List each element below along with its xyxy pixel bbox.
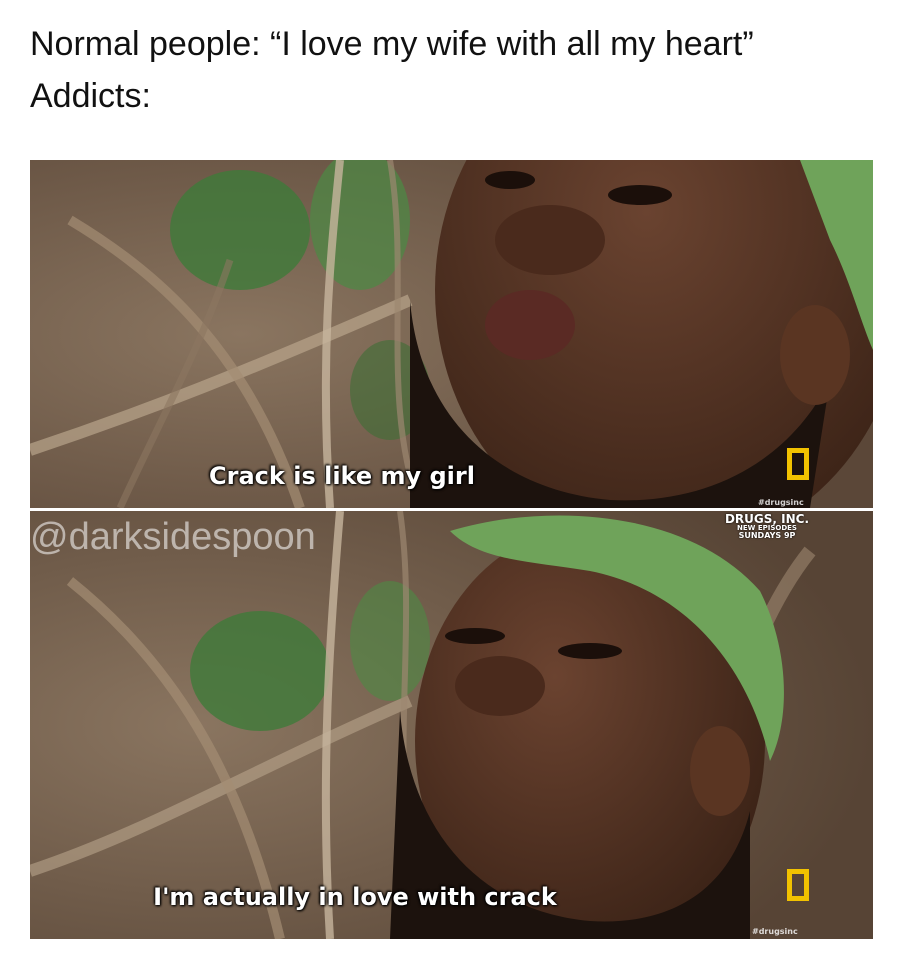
video-frame-bottom: DRUGS, INC. NEW EPISODES SUNDAYS 9P I'm … [30,511,873,939]
video-frame-top: Crack is like my girl #drugsinc [30,160,873,508]
creator-watermark: @darksidespoon [30,516,316,558]
caption-line-1: Normal people: “I love my wife with all … [30,25,754,63]
frame-top-image [30,160,873,508]
national-geographic-logo-icon [787,448,809,480]
national-geographic-logo-icon [787,869,809,901]
caption-line-2: Addicts: [30,77,151,115]
promo-line-3: SUNDAYS 9P [738,531,796,540]
frame-bottom-image [30,511,873,939]
subtitle-top: Crack is like my girl [209,462,475,490]
subtitle-bottom: I'm actually in love with crack [153,883,557,911]
meme-caption: Normal people: “I love my wife with all … [30,18,880,122]
hashtag-bottom: #drugsinc [752,927,798,936]
show-promo-banner: DRUGS, INC. NEW EPISODES SUNDAYS 9P [712,513,822,540]
hashtag-top: #drugsinc [758,498,804,507]
